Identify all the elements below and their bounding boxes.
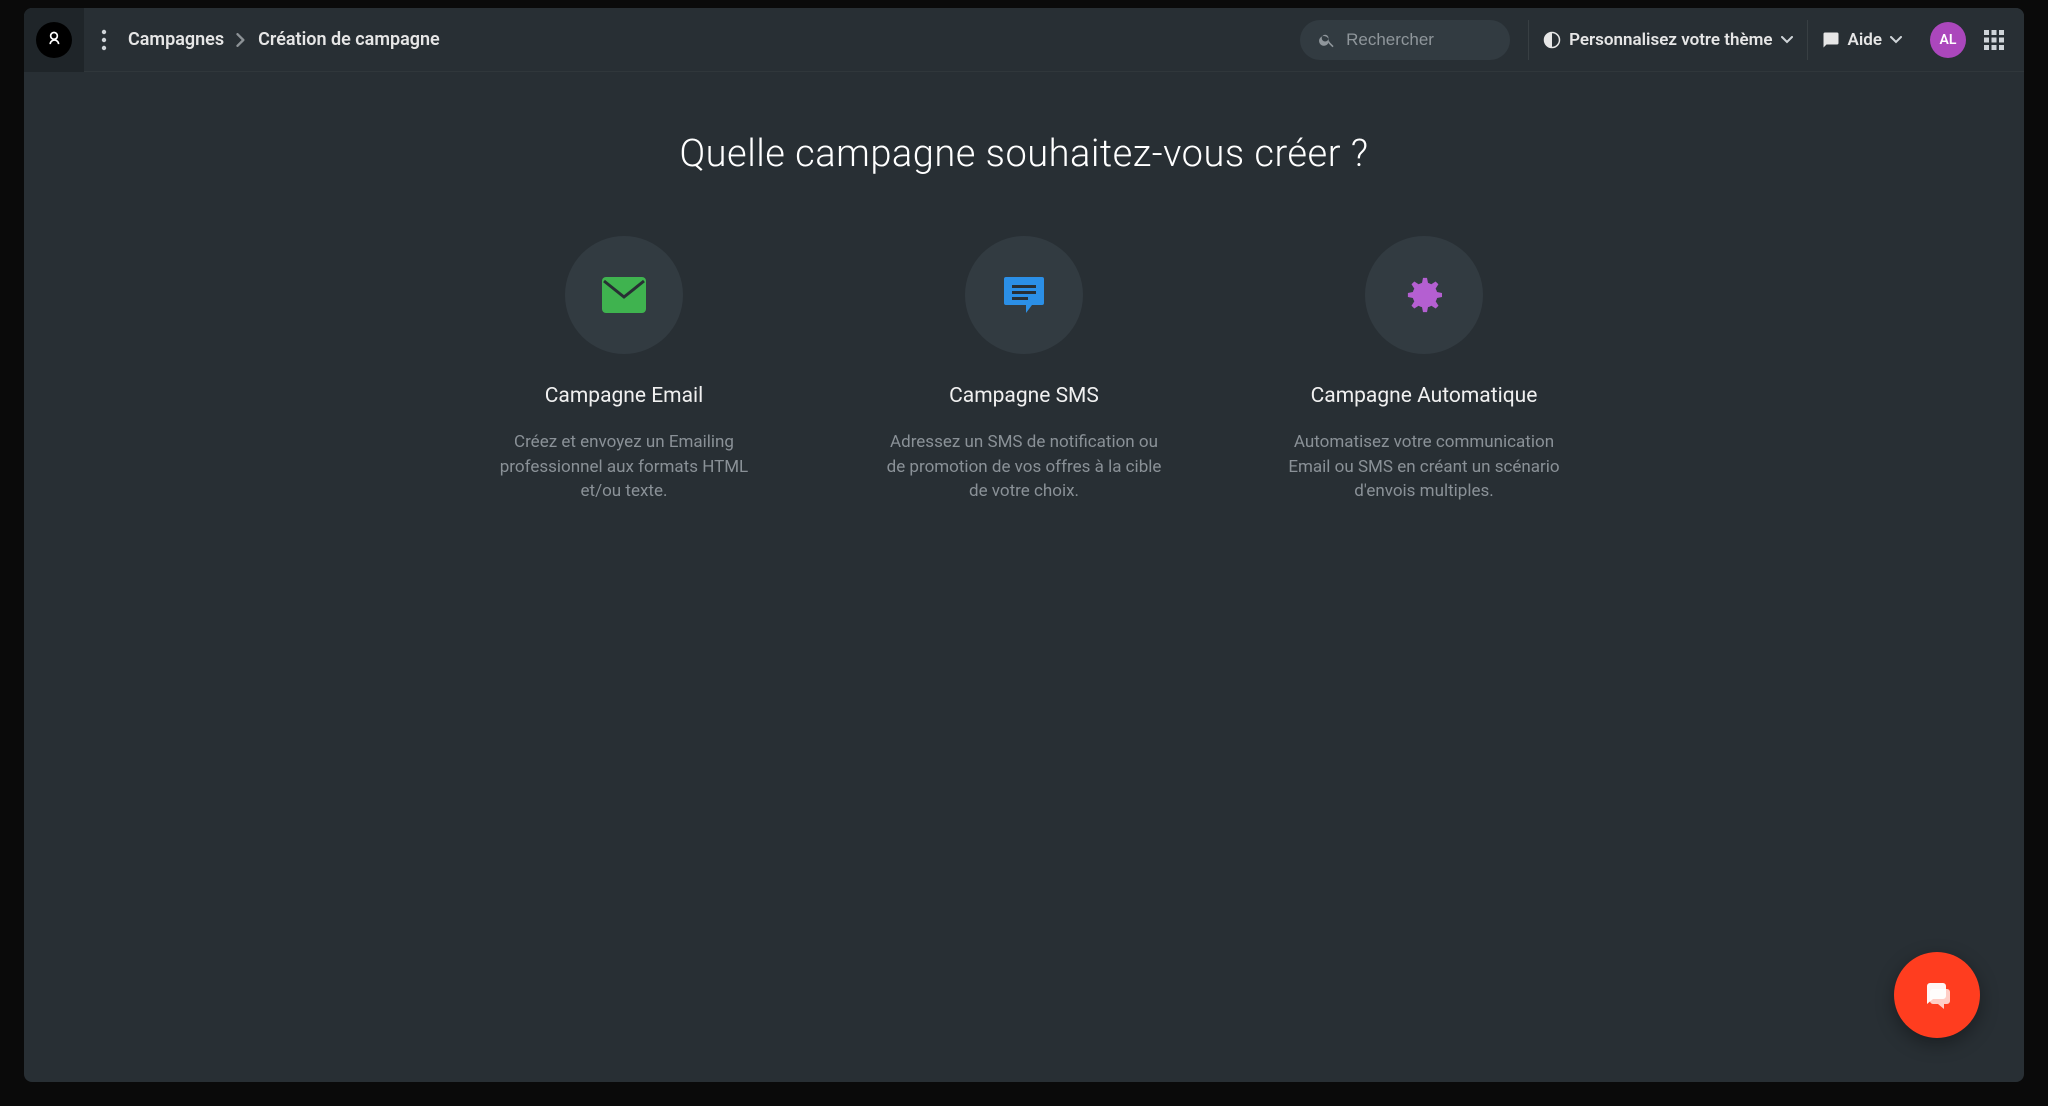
topbar: Campagnes Création de campagne Personnal… — [24, 8, 2024, 72]
chat-fab[interactable] — [1894, 952, 1980, 1038]
search-box[interactable] — [1300, 20, 1510, 60]
theme-button[interactable]: Personnalisez votre thème — [1528, 20, 1806, 60]
campaign-options: Campagne Email Créez et envoyez un Email… — [64, 236, 1984, 504]
help-button[interactable]: Aide — [1807, 20, 1916, 60]
gear-icon — [1365, 236, 1483, 354]
campaign-option-sms[interactable]: Campagne SMS Adressez un SMS de notifica… — [884, 236, 1164, 504]
search-icon — [1318, 31, 1336, 49]
chat-icon — [1917, 975, 1957, 1015]
campaign-option-auto[interactable]: Campagne Automatique Automatisez votre c… — [1284, 236, 1564, 504]
main-content: Quelle campagne souhaitez-vous créer ? C… — [24, 72, 2024, 564]
campaign-option-email[interactable]: Campagne Email Créez et envoyez un Email… — [484, 236, 764, 504]
sms-icon — [965, 236, 1083, 354]
page-title: Quelle campagne souhaitez-vous créer ? — [64, 132, 1984, 176]
breadcrumb-root[interactable]: Campagnes — [128, 29, 224, 50]
chevron-right-icon — [236, 33, 246, 47]
chevron-down-icon — [1890, 36, 1902, 44]
more-menu-button[interactable] — [84, 8, 124, 72]
chevron-down-icon — [1781, 36, 1793, 44]
breadcrumb: Campagnes Création de campagne — [128, 29, 440, 50]
email-icon — [565, 236, 683, 354]
app-switcher-button[interactable] — [1978, 24, 2010, 56]
help-label: Aide — [1848, 30, 1882, 50]
option-desc: Créez et envoyez un Emailing professionn… — [484, 430, 764, 504]
option-title: Campagne Automatique — [1311, 384, 1538, 408]
app-frame: Campagnes Création de campagne Personnal… — [24, 8, 2024, 1082]
logo-circle-icon — [36, 22, 72, 58]
theme-label: Personnalisez votre thème — [1569, 30, 1772, 50]
option-title: Campagne Email — [545, 384, 703, 408]
avatar[interactable]: AL — [1930, 22, 1966, 58]
help-icon — [1822, 31, 1840, 49]
breadcrumb-current: Création de campagne — [258, 29, 440, 50]
avatar-initials: AL — [1940, 32, 1957, 48]
apps-grid-icon — [1983, 29, 2005, 51]
app-logo[interactable] — [24, 8, 84, 72]
theme-icon — [1543, 31, 1561, 49]
option-desc: Adressez un SMS de notification ou de pr… — [884, 430, 1164, 504]
search-input[interactable] — [1346, 30, 1492, 50]
option-title: Campagne SMS — [949, 384, 1099, 408]
option-desc: Automatisez votre communication Email ou… — [1284, 430, 1564, 504]
